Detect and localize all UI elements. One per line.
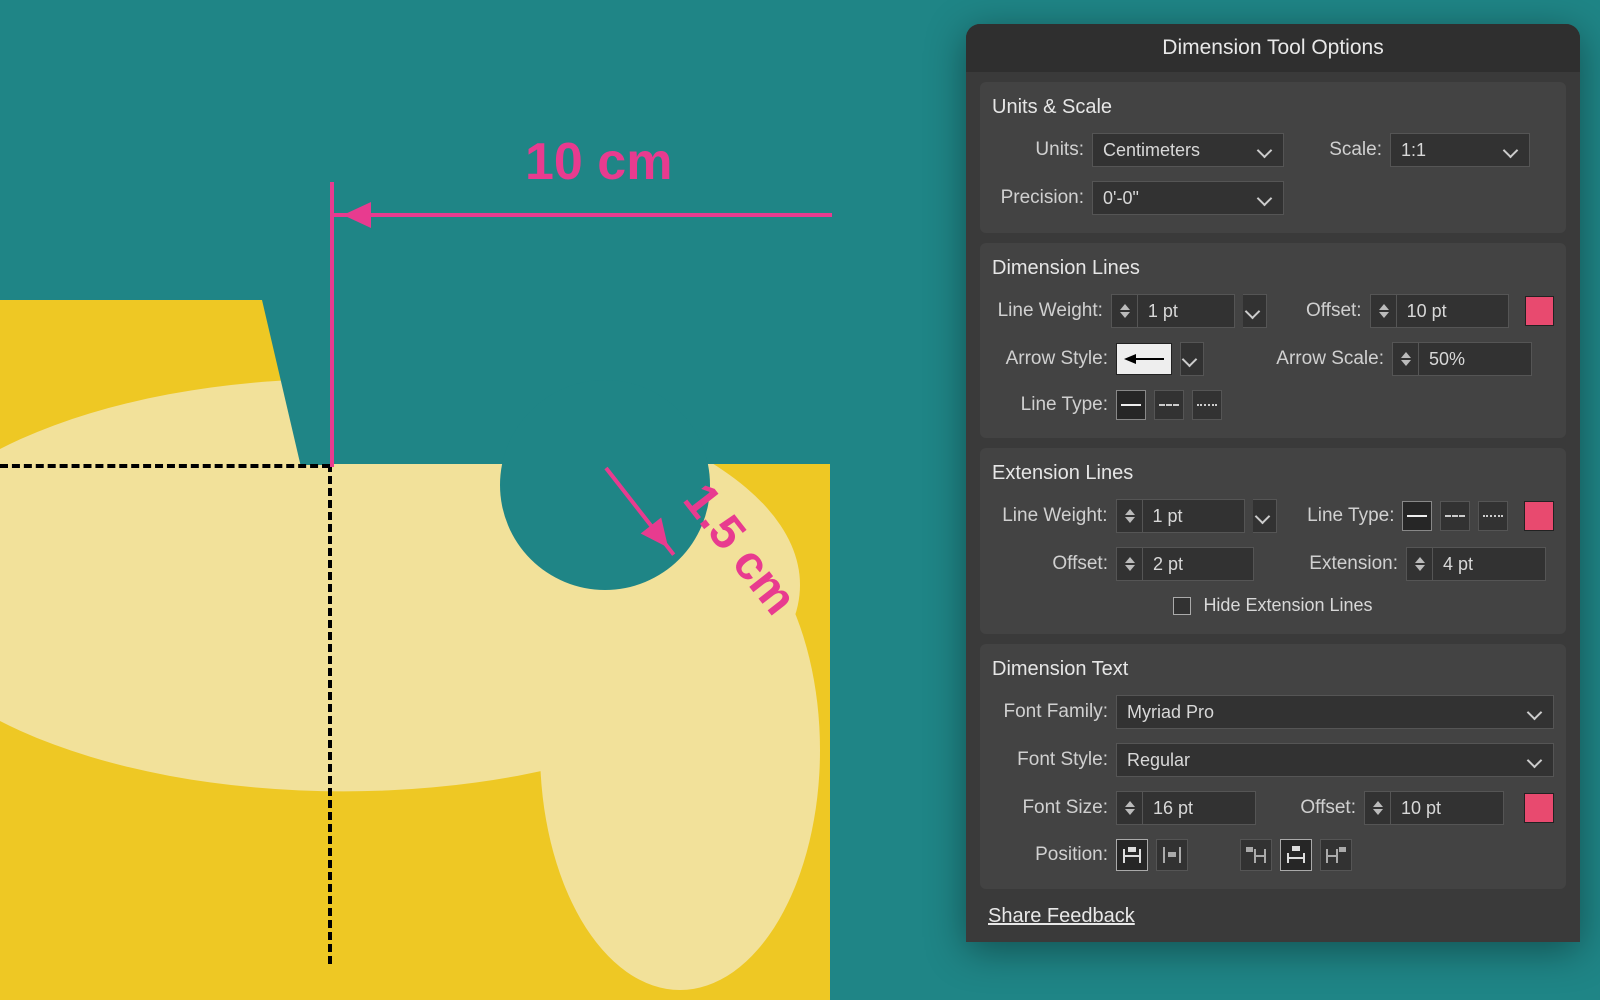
precision-value: 0'-0" bbox=[1103, 188, 1139, 209]
arrow-style-dropdown[interactable] bbox=[1180, 342, 1204, 376]
font-size-input[interactable]: 16 pt bbox=[1116, 791, 1256, 825]
font-style-label: Font Style: bbox=[992, 749, 1108, 771]
ext-offset-label: Offset: bbox=[992, 553, 1108, 575]
stepper-icon[interactable] bbox=[1117, 548, 1143, 580]
position-outside-right[interactable] bbox=[1320, 839, 1352, 871]
text-offset-label: Offset: bbox=[1272, 797, 1356, 819]
fold-line-vertical bbox=[328, 464, 332, 964]
scale-select[interactable]: 1:1 bbox=[1390, 133, 1530, 167]
font-size-label: Font Size: bbox=[992, 797, 1108, 819]
font-style-select[interactable]: Regular bbox=[1116, 743, 1554, 777]
scale-value: 1:1 bbox=[1401, 140, 1426, 161]
dimension-tool-options-panel: Dimension Tool Options Units & Scale Uni… bbox=[966, 24, 1580, 942]
section-units-scale: Units & Scale Units: Centimeters Scale: … bbox=[980, 82, 1566, 233]
scale-label: Scale: bbox=[1306, 139, 1382, 161]
section-heading: Extension Lines bbox=[992, 462, 1554, 485]
stepper-icon[interactable] bbox=[1365, 792, 1391, 824]
line-weight-input[interactable]: 1 pt bbox=[1111, 294, 1235, 328]
position-label: Position: bbox=[992, 844, 1108, 866]
line-weight-value: 1 pt bbox=[1138, 301, 1234, 322]
arrow-style-preview[interactable] bbox=[1116, 343, 1172, 375]
chevron-down-icon bbox=[1505, 145, 1519, 159]
font-style-value: Regular bbox=[1127, 750, 1190, 771]
font-family-value: Myriad Pro bbox=[1127, 702, 1214, 723]
panel-title: Dimension Tool Options bbox=[966, 24, 1580, 72]
font-size-value: 16 pt bbox=[1143, 798, 1255, 819]
units-value: Centimeters bbox=[1103, 140, 1200, 161]
font-family-label: Font Family: bbox=[992, 701, 1108, 723]
stepper-icon[interactable] bbox=[1117, 500, 1143, 532]
line-type-solid[interactable] bbox=[1116, 390, 1146, 420]
section-heading: Dimension Lines bbox=[992, 257, 1554, 280]
line-weight-dropdown[interactable] bbox=[1243, 294, 1267, 328]
ext-line-weight-value: 1 pt bbox=[1143, 506, 1244, 527]
ext-line-weight-dropdown[interactable] bbox=[1253, 499, 1277, 533]
chevron-down-icon bbox=[1529, 755, 1543, 769]
stepper-icon[interactable] bbox=[1371, 295, 1397, 327]
stepper-icon[interactable] bbox=[1112, 295, 1138, 327]
section-dimension-lines: Dimension Lines Line Weight: 1 pt Offset… bbox=[980, 243, 1566, 438]
ext-line-type-solid[interactable] bbox=[1402, 501, 1432, 531]
position-outside-left[interactable] bbox=[1240, 839, 1272, 871]
dimension-line-width[interactable] bbox=[332, 213, 832, 217]
arrow-scale-input[interactable]: 50% bbox=[1392, 342, 1532, 376]
stepper-icon[interactable] bbox=[1407, 548, 1433, 580]
ext-offset-value: 2 pt bbox=[1143, 554, 1253, 575]
arrow-style-label: Arrow Style: bbox=[992, 348, 1108, 370]
extension-label: Extension: bbox=[1276, 553, 1398, 575]
chevron-down-icon bbox=[1247, 306, 1261, 320]
extension-value: 4 pt bbox=[1433, 554, 1545, 575]
line-type-dashed[interactable] bbox=[1154, 390, 1184, 420]
chevron-down-icon bbox=[1529, 707, 1543, 721]
ext-offset-input[interactable]: 2 pt bbox=[1116, 547, 1254, 581]
line-weight-label: Line Weight: bbox=[992, 505, 1108, 527]
section-heading: Dimension Text bbox=[992, 658, 1554, 681]
fold-line-horizontal bbox=[0, 464, 330, 468]
chevron-down-icon bbox=[1259, 145, 1273, 159]
units-label: Units: bbox=[992, 139, 1084, 161]
arrow-scale-label: Arrow Scale: bbox=[1238, 348, 1384, 370]
position-inside-above[interactable] bbox=[1116, 839, 1148, 871]
line-type-label: Line Type: bbox=[992, 394, 1108, 416]
share-feedback-link[interactable]: Share Feedback bbox=[966, 899, 1580, 942]
extension-input[interactable]: 4 pt bbox=[1406, 547, 1546, 581]
font-family-select[interactable]: Myriad Pro bbox=[1116, 695, 1554, 729]
text-offset-value: 10 pt bbox=[1391, 798, 1503, 819]
chevron-down-icon bbox=[1184, 354, 1198, 368]
position-outside-center[interactable] bbox=[1280, 839, 1312, 871]
stepper-icon[interactable] bbox=[1117, 792, 1143, 824]
ext-line-type-label: Line Type: bbox=[1291, 505, 1395, 527]
section-extension-lines: Extension Lines Line Weight: 1 pt Line T… bbox=[980, 448, 1566, 634]
ext-line-color-swatch[interactable] bbox=[1524, 501, 1554, 531]
line-type-dotted[interactable] bbox=[1192, 390, 1222, 420]
ext-line-weight-input[interactable]: 1 pt bbox=[1116, 499, 1245, 533]
hide-extension-lines-checkbox[interactable] bbox=[1173, 597, 1191, 615]
text-color-swatch[interactable] bbox=[1524, 793, 1554, 823]
arrow-scale-value: 50% bbox=[1419, 349, 1531, 370]
ext-line-type-dotted[interactable] bbox=[1478, 501, 1508, 531]
offset-input[interactable]: 10 pt bbox=[1370, 294, 1510, 328]
section-dimension-text: Dimension Text Font Family: Myriad Pro F… bbox=[980, 644, 1566, 889]
section-heading: Units & Scale bbox=[992, 96, 1554, 119]
precision-label: Precision: bbox=[992, 187, 1084, 209]
hide-extension-lines-label: Hide Extension Lines bbox=[1203, 595, 1372, 616]
position-inside-middle[interactable] bbox=[1156, 839, 1188, 871]
chevron-down-icon bbox=[1257, 511, 1271, 525]
offset-label: Offset: bbox=[1285, 300, 1361, 322]
offset-value: 10 pt bbox=[1397, 301, 1509, 322]
ext-line-type-dashed[interactable] bbox=[1440, 501, 1470, 531]
text-offset-input[interactable]: 10 pt bbox=[1364, 791, 1504, 825]
precision-select[interactable]: 0'-0" bbox=[1092, 181, 1284, 215]
dimension-label-width[interactable]: 10 cm bbox=[525, 132, 672, 192]
chevron-down-icon bbox=[1259, 193, 1273, 207]
line-color-swatch[interactable] bbox=[1525, 296, 1554, 326]
line-weight-label: Line Weight: bbox=[992, 300, 1103, 322]
units-select[interactable]: Centimeters bbox=[1092, 133, 1284, 167]
stepper-icon[interactable] bbox=[1393, 343, 1419, 375]
